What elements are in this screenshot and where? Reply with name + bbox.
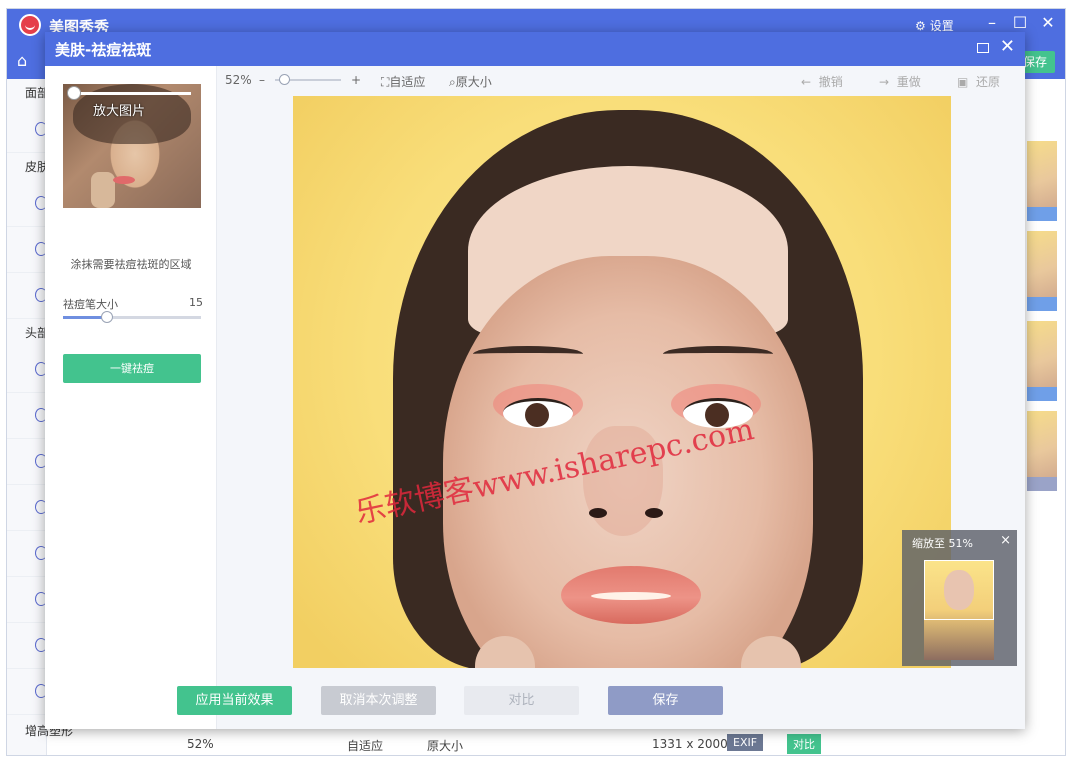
app-compare-button[interactable]: 对比 (787, 734, 821, 754)
magnifier-icon: ⌕ (449, 75, 456, 89)
dialog-title: 美肤-祛痘祛斑 (55, 41, 152, 59)
app-status-bar: 52% 自适应 原大小 1331 x 2000 EXIF 对比 (177, 731, 877, 757)
save-button[interactable]: 保存 (608, 686, 723, 715)
canvas-toolbar: 52% – + ⛶自适应 ⌕原大小 ← 撤销 → 重做 ▣ 还原 (217, 66, 1025, 94)
preview-zoom-slider-handle[interactable] (67, 86, 81, 100)
home-icon[interactable]: ⌂ (17, 51, 37, 71)
restore-button[interactable]: ▣ 还原 (957, 73, 1000, 90)
sidebar-tool-item[interactable] (7, 577, 47, 623)
zoom-slider-handle[interactable] (279, 74, 290, 85)
effect-thumbnail[interactable] (1027, 321, 1057, 401)
apply-effect-button[interactable]: 应用当前效果 (177, 686, 292, 715)
preview-zoom-label: 放大图片 (93, 104, 146, 119)
redo-button[interactable]: → 重做 (879, 73, 921, 90)
effect-thumbnail[interactable] (1027, 141, 1057, 221)
preview-thumbnail[interactable]: 放大图片 (63, 84, 201, 208)
navigator-thumbnail[interactable] (924, 560, 994, 660)
sidebar-tool-item[interactable] (7, 485, 47, 531)
app-original-size-button[interactable]: 原大小 (427, 737, 463, 754)
brush-size-handle[interactable] (101, 311, 114, 323)
sidebar-tool-item[interactable] (7, 393, 47, 439)
sidebar-tool-item[interactable] (7, 531, 47, 577)
sidebar-tool-item[interactable] (7, 107, 47, 153)
window-controls: – ☐ ✕ (983, 13, 1057, 32)
maximize-icon[interactable] (977, 43, 989, 53)
compare-button[interactable]: 对比 (464, 686, 579, 715)
sidebar-tool-item[interactable] (7, 623, 47, 669)
image-icon: ▣ (957, 75, 969, 89)
acne-removal-dialog: 美肤-祛痘祛斑 ✕ 放大图片 涂抹需要祛痘祛斑的区域 祛痘笔大小 15 一键祛痘… (45, 32, 1025, 729)
sidebar-tool-item[interactable] (7, 347, 47, 393)
minimize-icon[interactable]: – (983, 13, 1001, 32)
sidebar-section-skin[interactable]: 皮肤 (7, 153, 47, 181)
navigator-viewport-frame[interactable] (924, 560, 994, 620)
sidebar-section-head[interactable]: 头部 (7, 319, 47, 347)
sidebar-tool-item[interactable] (7, 181, 47, 227)
app-zoom-percent: 52% (187, 737, 214, 751)
brush-size-label: 祛痘笔大小 (63, 298, 118, 311)
original-size-button[interactable]: ⌕原大小 (449, 73, 492, 90)
image-dimensions: 1331 x 2000 (652, 737, 728, 751)
instruction-text: 涂抹需要祛痘祛斑的区域 (70, 258, 192, 271)
effect-thumbnail[interactable] (1027, 411, 1057, 491)
one-click-acne-button[interactable]: 一键祛痘 (63, 354, 201, 383)
sidebar-tool-item[interactable] (7, 439, 47, 485)
cancel-adjustment-button[interactable]: 取消本次调整 (321, 686, 436, 715)
close-icon[interactable]: ✕ (1000, 36, 1015, 57)
sidebar-tool-item[interactable] (7, 669, 47, 715)
navigator-close-icon[interactable]: × (1000, 533, 1011, 548)
zoom-in-icon[interactable]: + (351, 73, 361, 87)
canvas-area: 52% – + ⛶自适应 ⌕原大小 ← 撤销 → 重做 ▣ 还原 乐软博客www… (217, 66, 1025, 729)
gear-icon: ⚙ (915, 18, 926, 33)
preview-zoom-slider[interactable] (73, 92, 191, 95)
zoom-out-icon[interactable]: – (259, 73, 265, 87)
sidebar-tool-item[interactable] (7, 227, 47, 273)
navigator-zoom-label: 缩放至 51% (912, 537, 973, 550)
sidebar-tool-item[interactable] (7, 273, 47, 319)
app-sidebar: 面部 皮肤 头部 (7, 79, 47, 755)
brush-size-slider[interactable] (63, 311, 201, 323)
dialog-titlebar: 美肤-祛痘祛斑 ✕ (45, 32, 1025, 66)
edit-photo-canvas[interactable]: 乐软博客www.isharepc.com (293, 96, 951, 668)
zoom-percent: 52% (225, 73, 252, 87)
navigator-panel: 缩放至 51% × (902, 530, 1017, 666)
effect-thumbnail[interactable] (1027, 231, 1057, 311)
app-fit-button[interactable]: 自适应 (347, 737, 383, 754)
sidebar-section-face[interactable]: 面部 (7, 79, 47, 107)
tool-options-panel: 放大图片 涂抹需要祛痘祛斑的区域 祛痘笔大小 15 一键祛痘 (45, 66, 217, 729)
undo-button[interactable]: ← 撤销 (801, 73, 843, 90)
undo-arrow-icon: ← (801, 75, 812, 89)
exif-button[interactable]: EXIF (727, 734, 764, 751)
close-icon[interactable]: ✕ (1039, 13, 1057, 32)
maximize-icon[interactable]: ☐ (1011, 13, 1029, 32)
fit-button[interactable]: ⛶自适应 (381, 73, 425, 90)
redo-arrow-icon: → (879, 75, 890, 89)
brush-size-value: 15 (189, 296, 203, 309)
app-logo-icon (19, 14, 41, 36)
